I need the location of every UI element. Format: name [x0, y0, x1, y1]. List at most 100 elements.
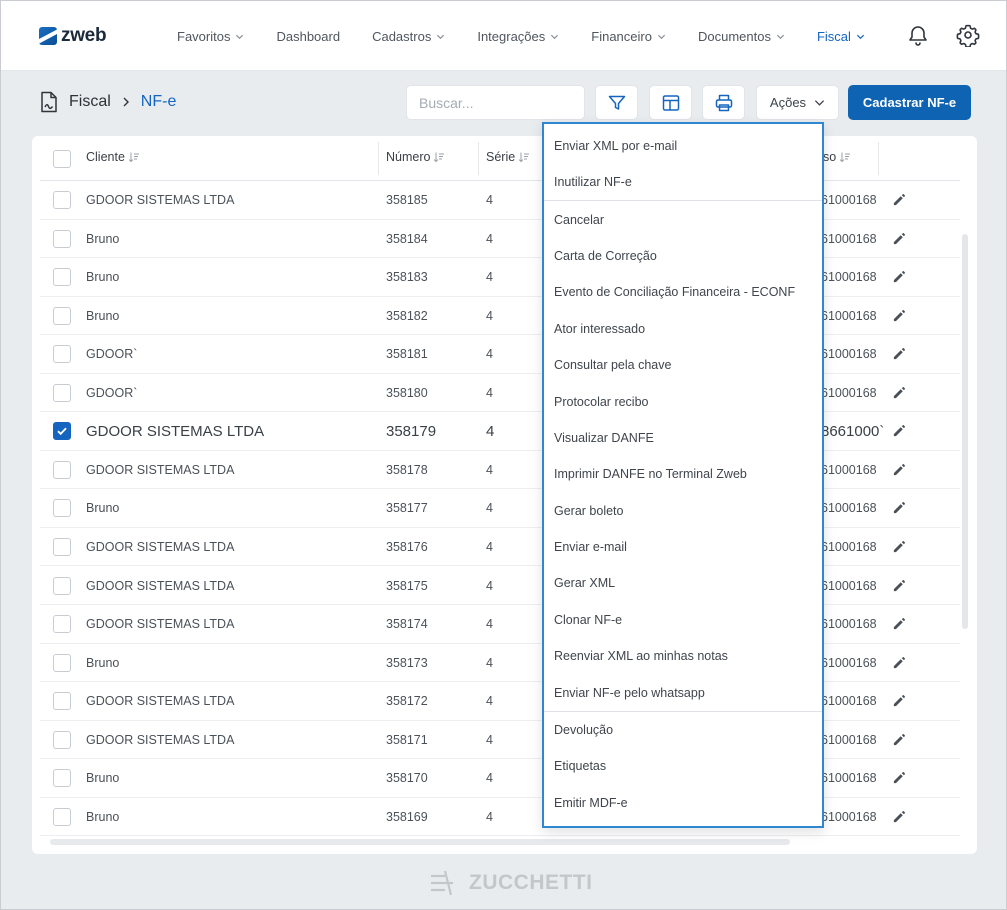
row-checkbox[interactable]	[53, 692, 71, 711]
nav-item-fiscal[interactable]: Fiscal	[817, 29, 865, 44]
menu-item-inutilizar-nf-e[interactable]: Inutilizar NF-e	[554, 175, 632, 189]
row-checkbox[interactable]	[53, 769, 71, 788]
chevron-down-icon	[437, 34, 445, 39]
edit-pencil-icon[interactable]	[892, 732, 907, 747]
row-checkbox[interactable]	[53, 615, 71, 634]
edit-pencil-icon[interactable]	[892, 770, 907, 785]
cell-key: 61000168	[821, 385, 877, 400]
nav-item-documentos[interactable]: Documentos	[698, 29, 785, 44]
row-checkbox[interactable]	[53, 730, 71, 749]
horizontal-scrollbar[interactable]	[50, 839, 790, 845]
column-header-series[interactable]: Série	[486, 150, 530, 164]
cell-client: GDOOR SISTEMAS LTDA	[86, 694, 235, 709]
vertical-scrollbar[interactable]	[962, 234, 968, 629]
column-header-number[interactable]: Número	[386, 150, 445, 164]
cell-series: 4	[486, 771, 493, 786]
nav-item-dashboard[interactable]: Dashboard	[276, 29, 340, 44]
row-checkbox[interactable]	[53, 576, 71, 595]
edit-pencil-icon[interactable]	[892, 231, 907, 246]
menu-item-gerar-boleto[interactable]: Gerar boleto	[554, 504, 623, 518]
menu-item-carta-de-correcao[interactable]: Carta de Correção	[554, 249, 657, 263]
row-checkbox[interactable]	[53, 807, 71, 826]
row-checkbox[interactable]	[53, 422, 71, 441]
cell-key: 61000168	[821, 462, 877, 477]
cell-series: 4	[486, 347, 493, 362]
menu-item-ator-interessado[interactable]: Ator interessado	[554, 322, 645, 336]
nav-item-cadastros[interactable]: Cadastros	[372, 29, 445, 44]
menu-item-enviar-e-mail[interactable]: Enviar e-mail	[554, 540, 627, 554]
column-header-client[interactable]: Cliente	[86, 150, 140, 164]
cell-series: 4	[486, 694, 493, 709]
row-checkbox[interactable]	[53, 653, 71, 672]
menu-item-reenviar-xml-ao-minhas-notas[interactable]: Reenviar XML ao minhas notas	[554, 649, 728, 663]
row-checkbox[interactable]	[53, 306, 71, 325]
edit-pencil-icon[interactable]	[892, 385, 907, 400]
actions-menu: Enviar XML por e-mail Inutilizar NF-e Canc…	[542, 122, 824, 828]
row-checkbox[interactable]	[53, 499, 71, 518]
cell-client: GDOOR`	[86, 347, 138, 362]
menu-item-emitir-mdf-e[interactable]: Emitir MDF-e	[554, 796, 628, 810]
row-checkbox[interactable]	[53, 268, 71, 287]
edit-pencil-icon[interactable]	[892, 192, 907, 207]
edit-pencil-icon[interactable]	[892, 462, 907, 477]
menu-item-consultar-pela-chave[interactable]: Consultar pela chave	[554, 358, 671, 372]
actions-dropdown-button[interactable]: Ações	[756, 85, 839, 120]
menu-item-visualizar-danfe[interactable]: Visualizar DANFE	[554, 431, 654, 445]
zweb-logo[interactable]: zweb	[39, 25, 107, 47]
create-nfe-button[interactable]: Cadastrar NF-e	[848, 85, 971, 120]
row-checkbox[interactable]	[53, 383, 71, 402]
row-checkbox[interactable]	[53, 537, 71, 556]
menu-item-enviar-xml-por-e-mail[interactable]: Enviar XML por e-mail	[554, 139, 677, 153]
edit-pencil-icon[interactable]	[892, 578, 907, 593]
columns-button[interactable]	[649, 85, 692, 120]
nav-item-financeiro[interactable]: Financeiro	[591, 29, 666, 44]
cell-client: Bruno	[86, 270, 120, 285]
menu-item-clonar-nf-e[interactable]: Clonar NF-e	[554, 613, 622, 627]
menu-item-protocolar-recibo[interactable]: Protocolar recibo	[554, 395, 649, 409]
cell-key: 61000168	[821, 270, 877, 285]
menu-item-devolucao[interactable]: Devolução	[554, 723, 613, 737]
chevron-down-icon	[657, 34, 666, 39]
column-label-key: so	[823, 150, 837, 164]
edit-pencil-icon[interactable]	[892, 500, 907, 515]
logo-text: zweb	[61, 25, 107, 46]
gear-icon[interactable]	[956, 23, 980, 47]
cell-key: 61000168	[821, 193, 877, 207]
breadcrumb-parent[interactable]: Fiscal	[69, 93, 111, 111]
menu-item-etiquetas[interactable]: Etiquetas	[554, 759, 606, 773]
menu-item-enviar-nf-e-pelo-whatsapp[interactable]: Enviar NF-e pelo whatsapp	[554, 686, 705, 700]
row-checkbox[interactable]	[53, 229, 71, 248]
menu-item-cancelar[interactable]: Cancelar	[554, 213, 604, 227]
nav-item-label: Fiscal	[816, 28, 851, 44]
edit-pencil-icon[interactable]	[892, 423, 907, 438]
cell-number: 358170	[386, 771, 428, 786]
edit-pencil-icon[interactable]	[892, 616, 907, 631]
cell-client: GDOOR SISTEMAS LTDA	[86, 193, 235, 207]
cell-series: 4	[486, 308, 493, 323]
check-icon	[57, 427, 67, 436]
edit-pencil-icon[interactable]	[892, 308, 907, 323]
edit-pencil-icon[interactable]	[892, 269, 907, 284]
print-button[interactable]	[702, 85, 745, 120]
filter-button[interactable]	[595, 85, 638, 120]
cell-client: Bruno	[86, 809, 120, 824]
edit-pencil-icon[interactable]	[892, 346, 907, 361]
search-input[interactable]	[406, 85, 585, 120]
edit-pencil-icon[interactable]	[892, 809, 907, 824]
menu-item-imprimir-danfe-no-terminal-zweb[interactable]: Imprimir DANFE no Terminal Zweb	[554, 467, 747, 481]
edit-pencil-icon[interactable]	[892, 693, 907, 708]
row-checkbox[interactable]	[53, 460, 71, 479]
menu-item-evento-de-conciliacao-financeira-econf[interactable]: Evento de Conciliação Financeira - ECONF	[554, 285, 795, 299]
nav-item-favoritos[interactable]: Favoritos	[177, 29, 244, 44]
edit-pencil-icon[interactable]	[892, 539, 907, 554]
column-label-series: Série	[486, 150, 516, 164]
row-checkbox[interactable]	[53, 345, 71, 364]
nav-item-integracoes[interactable]: Integrações	[477, 29, 559, 44]
column-header-key[interactable]: so	[823, 150, 851, 164]
cell-client: Bruno	[86, 771, 120, 786]
select-all-checkbox[interactable]	[53, 150, 71, 168]
menu-item-gerar-xml[interactable]: Gerar XML	[554, 576, 615, 590]
row-checkbox[interactable]	[53, 191, 71, 209]
bell-icon[interactable]	[906, 23, 930, 47]
edit-pencil-icon[interactable]	[892, 655, 907, 670]
